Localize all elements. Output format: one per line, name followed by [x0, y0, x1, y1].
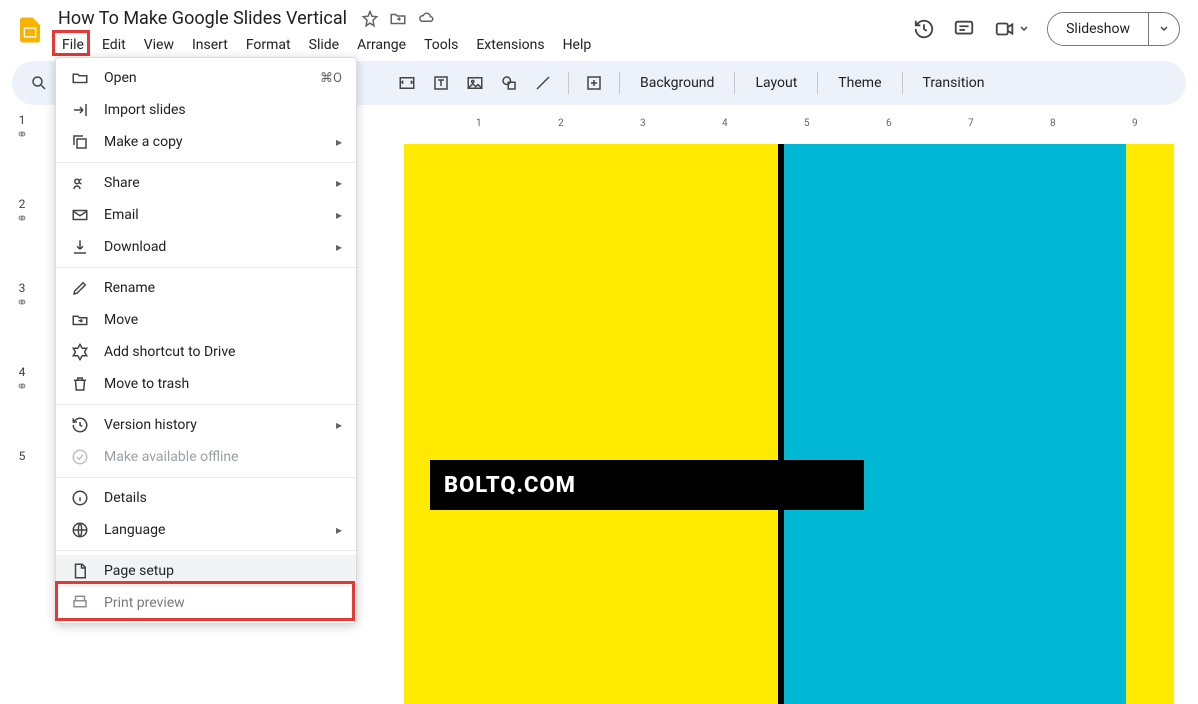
download-icon [70, 238, 90, 256]
link-icon: ⚭ [16, 131, 28, 139]
menu-add-shortcut[interactable]: Add shortcut to Drive [56, 336, 356, 368]
share-icon [70, 174, 90, 192]
app-header: How To Make Google Slides Vertical File … [0, 0, 1198, 57]
open-icon [70, 69, 90, 87]
layout-button[interactable]: Layout [745, 71, 807, 95]
image-icon[interactable] [460, 68, 490, 98]
slideshow-dropdown[interactable] [1148, 13, 1179, 45]
menu-make-copy[interactable]: Make a copy▸ [56, 126, 356, 158]
background-button[interactable]: Background [630, 71, 724, 95]
fit-icon[interactable] [392, 68, 422, 98]
theme-button[interactable]: Theme [828, 71, 891, 95]
thumb-1[interactable]: 1⚭ [16, 113, 28, 139]
menu-open[interactable]: Open⌘O [56, 62, 356, 94]
menu-edit[interactable]: Edit [94, 33, 134, 57]
menu-language[interactable]: Language▸ [56, 514, 356, 546]
rename-icon [70, 279, 90, 297]
copy-icon [70, 133, 90, 151]
menu-move[interactable]: Move [56, 304, 356, 336]
email-icon [70, 206, 90, 224]
slides-logo[interactable] [10, 10, 50, 50]
present-camera-icon[interactable] [993, 18, 1029, 40]
thumb-4[interactable]: 4⚭ [16, 365, 28, 391]
link-icon: ⚭ [16, 215, 28, 223]
globe-icon [70, 521, 90, 539]
menu-insert[interactable]: Insert [184, 33, 236, 57]
document-title[interactable]: How To Make Google Slides Vertical [54, 6, 351, 31]
menu-email[interactable]: Email▸ [56, 199, 356, 231]
comments-icon[interactable] [953, 18, 975, 40]
trash-icon [70, 375, 90, 393]
canvas-cyan-shape [782, 144, 1126, 704]
page-setup-icon [70, 562, 90, 580]
menu-bar: File Edit View Insert Format Slide Arran… [54, 33, 913, 57]
thumbnail-rail: 1⚭ 2⚭ 3⚭ 4⚭ 5 [0, 105, 44, 616]
slideshow-button[interactable]: Slideshow [1048, 13, 1148, 45]
menu-version-history[interactable]: Version history▸ [56, 409, 356, 441]
line-icon[interactable] [528, 68, 558, 98]
menu-download[interactable]: Download▸ [56, 231, 356, 263]
menu-view[interactable]: View [136, 33, 182, 57]
menu-tools[interactable]: Tools [416, 33, 466, 57]
move-folder-icon[interactable] [389, 10, 407, 28]
menu-print-preview[interactable]: Print preview [56, 587, 356, 619]
menu-rename[interactable]: Rename [56, 272, 356, 304]
star-icon[interactable] [361, 10, 379, 28]
file-menu-dropdown: Open⌘O Import slides Make a copy▸ Share▸… [55, 57, 357, 624]
offline-icon [70, 448, 90, 466]
menu-arrange[interactable]: Arrange [349, 33, 414, 57]
menu-trash[interactable]: Move to trash [56, 368, 356, 400]
import-icon [70, 101, 90, 119]
transition-button[interactable]: Transition [913, 71, 995, 95]
canvas-divider [778, 144, 784, 704]
textbox-icon[interactable] [426, 68, 456, 98]
cloud-icon[interactable] [417, 10, 435, 28]
menu-offline: Make available offline [56, 441, 356, 473]
print-icon [70, 594, 90, 612]
thumb-3[interactable]: 3⚭ [16, 281, 28, 307]
horizontal-ruler: 1 2 3 4 5 6 7 8 9 [390, 116, 1188, 134]
menu-page-setup[interactable]: Page setup [56, 555, 356, 587]
slideshow-button-group: Slideshow [1047, 12, 1180, 46]
menu-extensions[interactable]: Extensions [468, 33, 552, 57]
slide-canvas[interactable]: BOLTQ.COM [404, 144, 1174, 704]
history-icon[interactable] [913, 18, 935, 40]
menu-share[interactable]: Share▸ [56, 167, 356, 199]
link-icon: ⚭ [16, 299, 28, 307]
history-icon [70, 416, 90, 434]
link-icon: ⚭ [16, 383, 28, 391]
menu-import-slides[interactable]: Import slides [56, 94, 356, 126]
menu-format[interactable]: Format [238, 33, 299, 57]
menu-slide[interactable]: Slide [301, 33, 347, 57]
menu-file[interactable]: File [54, 33, 92, 57]
shape-icon[interactable] [494, 68, 524, 98]
thumb-5[interactable]: 5 [19, 449, 26, 467]
move-icon [70, 311, 90, 329]
canvas-watermark: BOLTQ.COM [430, 460, 864, 510]
menu-details[interactable]: Details [56, 482, 356, 514]
menu-help[interactable]: Help [555, 33, 600, 57]
info-icon [70, 489, 90, 507]
thumb-2[interactable]: 2⚭ [16, 197, 28, 223]
shortcut-icon [70, 343, 90, 361]
new-slide-icon[interactable] [579, 68, 609, 98]
search-icon[interactable] [24, 68, 54, 98]
